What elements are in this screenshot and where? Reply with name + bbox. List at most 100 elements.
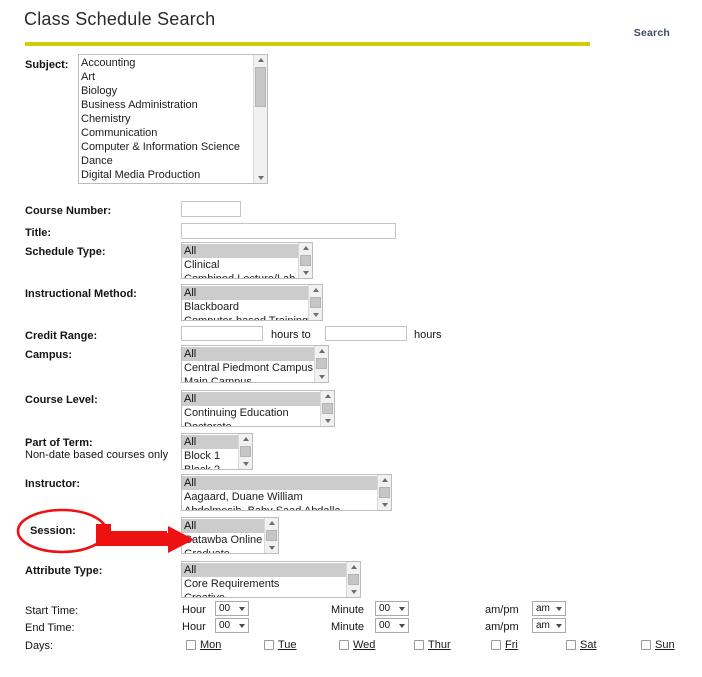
- start-time-minute-select[interactable]: 00: [375, 601, 409, 616]
- day-label-thur[interactable]: Thur: [428, 639, 451, 651]
- day-label-tue[interactable]: Tue: [278, 639, 297, 651]
- scrollbar-thumb[interactable]: [348, 574, 359, 585]
- scroll-down-icon[interactable]: [315, 371, 328, 382]
- list-option[interactable]: Blackboard: [182, 300, 308, 314]
- scrollbar-thumb[interactable]: [266, 530, 277, 541]
- attribute-type-listbox[interactable]: All Core Requirements Creative: [181, 561, 361, 598]
- end-time-ampm-select[interactable]: am: [532, 618, 566, 633]
- day-label-fri[interactable]: Fri: [505, 639, 518, 651]
- scroll-down-icon[interactable]: [309, 309, 322, 320]
- day-label-sun[interactable]: Sun: [655, 639, 675, 651]
- course-level-listbox[interactable]: All Continuing Education Doctorate: [181, 390, 335, 427]
- list-option[interactable]: Communication: [79, 126, 253, 140]
- start-time-ampm-select[interactable]: am: [532, 601, 566, 616]
- instructor-scrollbar[interactable]: [377, 475, 391, 510]
- attribute-type-scrollbar[interactable]: [346, 562, 360, 597]
- scroll-up-icon[interactable]: [321, 391, 334, 402]
- campus-listbox[interactable]: All Central Piedmont Campus Main Campus: [181, 345, 329, 383]
- scrollbar-thumb[interactable]: [310, 297, 321, 308]
- scroll-down-icon[interactable]: [347, 586, 360, 597]
- list-option[interactable]: All: [182, 347, 314, 361]
- scroll-up-icon[interactable]: [315, 346, 328, 357]
- scroll-down-icon[interactable]: [378, 499, 391, 510]
- day-checkbox-sun[interactable]: [641, 640, 651, 650]
- day-checkbox-tue[interactable]: [264, 640, 274, 650]
- day-checkbox-mon[interactable]: [186, 640, 196, 650]
- scroll-up-icon[interactable]: [309, 285, 322, 296]
- session-scrollbar[interactable]: [264, 518, 278, 553]
- list-option[interactable]: Block 1: [182, 449, 238, 463]
- course-number-input[interactable]: [181, 201, 241, 217]
- list-option[interactable]: Art: [79, 70, 253, 84]
- list-option[interactable]: Creative: [182, 591, 346, 597]
- list-option[interactable]: All: [182, 286, 308, 300]
- session-listbox[interactable]: All Catawba Online Graduate: [181, 517, 279, 554]
- list-option[interactable]: Aagaard, Duane William: [182, 490, 377, 504]
- list-option[interactable]: Catawba Online: [182, 533, 264, 547]
- list-option[interactable]: Combined Lecture/Lab: [182, 272, 298, 278]
- start-time-hour-select[interactable]: 00: [215, 601, 249, 616]
- list-option[interactable]: Core Requirements: [182, 577, 346, 591]
- list-option[interactable]: Computer & Information Science: [79, 140, 253, 154]
- list-option[interactable]: Doctorate: [182, 420, 320, 426]
- course-level-scrollbar[interactable]: [320, 391, 334, 426]
- list-option[interactable]: All: [182, 476, 377, 490]
- day-checkbox-sat[interactable]: [566, 640, 576, 650]
- scrollbar-thumb[interactable]: [322, 403, 333, 414]
- list-option[interactable]: Biology: [79, 84, 253, 98]
- list-option[interactable]: All: [182, 244, 298, 258]
- list-option[interactable]: Main Campus: [182, 375, 314, 382]
- end-time-minute-select[interactable]: 00: [375, 618, 409, 633]
- list-option[interactable]: Chemistry: [79, 112, 253, 126]
- scroll-up-icon[interactable]: [265, 518, 278, 529]
- day-checkbox-thur[interactable]: [414, 640, 424, 650]
- scroll-up-icon[interactable]: [299, 243, 312, 254]
- list-option[interactable]: Accounting: [79, 56, 253, 70]
- list-option[interactable]: All: [182, 563, 346, 577]
- scrollbar-thumb[interactable]: [255, 67, 266, 107]
- scroll-down-icon[interactable]: [265, 542, 278, 553]
- credit-range-from-input[interactable]: [181, 326, 263, 341]
- subject-scrollbar[interactable]: [253, 55, 267, 183]
- list-option[interactable]: Continuing Education: [182, 406, 320, 420]
- part-of-term-scrollbar[interactable]: [238, 434, 252, 469]
- scroll-down-icon[interactable]: [254, 172, 267, 183]
- schedule-type-scrollbar[interactable]: [298, 243, 312, 278]
- day-label-mon[interactable]: Mon: [200, 639, 221, 651]
- day-checkbox-wed[interactable]: [339, 640, 349, 650]
- list-option[interactable]: Clinical: [182, 258, 298, 272]
- day-checkbox-fri[interactable]: [491, 640, 501, 650]
- list-option[interactable]: All: [182, 519, 264, 533]
- list-option[interactable]: Block 2: [182, 463, 238, 469]
- end-time-hour-select[interactable]: 00: [215, 618, 249, 633]
- scroll-up-icon[interactable]: [239, 434, 252, 445]
- list-option[interactable]: Digital Media Production: [79, 168, 253, 182]
- day-label-wed[interactable]: Wed: [353, 639, 375, 651]
- scrollbar-thumb[interactable]: [316, 358, 327, 369]
- part-of-term-listbox[interactable]: All Block 1 Block 2: [181, 433, 253, 470]
- instructor-listbox[interactable]: All Aagaard, Duane William Abdelmesih, B…: [181, 474, 392, 511]
- scroll-up-icon[interactable]: [378, 475, 391, 486]
- list-option[interactable]: Economics: [79, 182, 253, 183]
- title-input[interactable]: [181, 223, 396, 239]
- scrollbar-thumb[interactable]: [379, 487, 390, 498]
- scrollbar-thumb[interactable]: [300, 255, 311, 266]
- list-option[interactable]: Computer-based Training: [182, 314, 308, 320]
- instructional-method-listbox[interactable]: All Blackboard Computer-based Training: [181, 284, 323, 321]
- schedule-type-listbox[interactable]: All Clinical Combined Lecture/Lab: [181, 242, 313, 279]
- list-option[interactable]: Central Piedmont Campus: [182, 361, 314, 375]
- instructional-method-scrollbar[interactable]: [308, 285, 322, 320]
- list-option[interactable]: All: [182, 435, 238, 449]
- list-option[interactable]: Dance: [79, 154, 253, 168]
- scroll-down-icon[interactable]: [239, 458, 252, 469]
- subject-listbox[interactable]: Accounting Art Biology Business Administ…: [78, 54, 268, 184]
- scroll-down-icon[interactable]: [299, 267, 312, 278]
- list-option[interactable]: Abdelmesih, Bahy Saad Abdalla: [182, 504, 377, 510]
- campus-scrollbar[interactable]: [314, 346, 328, 382]
- credit-range-to-input[interactable]: [325, 326, 407, 341]
- list-option[interactable]: Graduate: [182, 547, 264, 553]
- scroll-down-icon[interactable]: [321, 415, 334, 426]
- search-link[interactable]: Search: [634, 27, 670, 39]
- list-option[interactable]: All: [182, 392, 320, 406]
- scroll-up-icon[interactable]: [347, 562, 360, 573]
